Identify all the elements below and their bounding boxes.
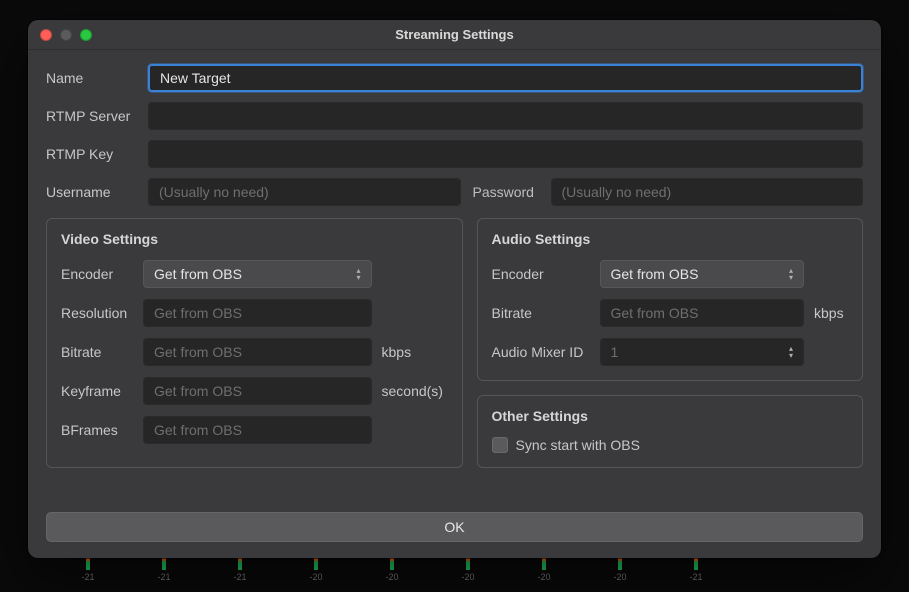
audio-mixer-label: Audio Mixer ID — [492, 344, 590, 360]
audio-settings-group: Audio Settings Encoder Get from OBS Bitr… — [477, 218, 864, 381]
keyframe-label: Keyframe — [61, 383, 133, 399]
video-encoder-select[interactable]: Get from OBS — [143, 260, 372, 288]
updown-icon — [351, 264, 367, 284]
background-meters: -21 -21 -21 -20 -20 -20 -20 -20 -21 — [80, 556, 889, 586]
sync-start-checkbox[interactable] — [492, 437, 508, 453]
audio-encoder-label: Encoder — [492, 266, 590, 282]
bframes-input[interactable] — [143, 416, 372, 444]
keyframe-unit: second(s) — [382, 383, 448, 399]
video-bitrate-input[interactable] — [143, 338, 372, 366]
video-encoder-value: Get from OBS — [154, 266, 242, 282]
video-bitrate-label: Bitrate — [61, 344, 133, 360]
zoom-button[interactable] — [80, 29, 92, 41]
rtmp-key-input[interactable] — [148, 140, 863, 168]
video-bitrate-unit: kbps — [382, 344, 448, 360]
keyframe-input[interactable] — [143, 377, 372, 405]
titlebar: Streaming Settings — [28, 20, 881, 50]
name-label: Name — [46, 70, 136, 86]
audio-encoder-select[interactable]: Get from OBS — [600, 260, 805, 288]
rtmp-server-label: RTMP Server — [46, 108, 136, 124]
resolution-label: Resolution — [61, 305, 133, 321]
password-label: Password — [473, 184, 539, 200]
name-input[interactable] — [148, 64, 863, 92]
audio-mixer-value: 1 — [611, 344, 619, 360]
rtmp-key-label: RTMP Key — [46, 146, 136, 162]
video-settings-group: Video Settings Encoder Get from OBS Reso… — [46, 218, 463, 468]
minimize-button[interactable] — [60, 29, 72, 41]
username-label: Username — [46, 184, 136, 200]
audio-bitrate-label: Bitrate — [492, 305, 590, 321]
audio-bitrate-unit: kbps — [814, 305, 848, 321]
resolution-input[interactable] — [143, 299, 372, 327]
video-encoder-label: Encoder — [61, 266, 133, 282]
dialog-title: Streaming Settings — [28, 27, 881, 42]
audio-bitrate-input[interactable] — [600, 299, 805, 327]
other-settings-group: Other Settings Sync start with OBS — [477, 395, 864, 468]
sync-start-label: Sync start with OBS — [516, 437, 640, 453]
password-input[interactable] — [551, 178, 864, 206]
streaming-settings-dialog: Streaming Settings Name RTMP Server RTMP… — [28, 20, 881, 558]
video-settings-title: Video Settings — [61, 231, 448, 247]
audio-mixer-select[interactable]: 1 — [600, 338, 805, 366]
bframes-label: BFrames — [61, 422, 133, 438]
username-input[interactable] — [148, 178, 461, 206]
other-settings-title: Other Settings — [492, 408, 849, 424]
window-controls — [40, 29, 92, 41]
updown-icon — [783, 264, 799, 284]
ok-button[interactable]: OK — [46, 512, 863, 542]
audio-settings-title: Audio Settings — [492, 231, 849, 247]
close-button[interactable] — [40, 29, 52, 41]
rtmp-server-input[interactable] — [148, 102, 863, 130]
updown-icon — [783, 342, 799, 362]
audio-encoder-value: Get from OBS — [611, 266, 699, 282]
